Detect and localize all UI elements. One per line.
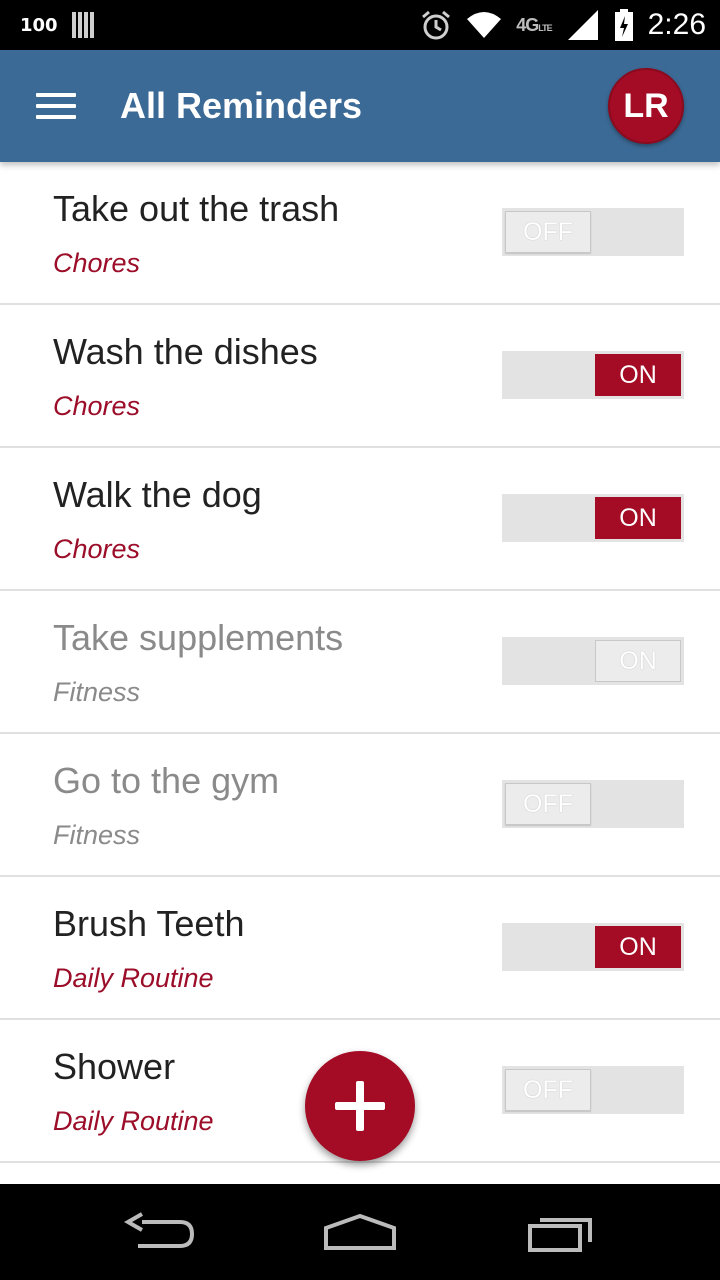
battery-icon	[614, 9, 633, 41]
add-reminder-button[interactable]	[305, 1051, 415, 1161]
recents-icon[interactable]	[520, 1208, 600, 1258]
wifi-icon	[467, 12, 502, 38]
app-bar: All Reminders LR	[0, 50, 720, 162]
avatar[interactable]: LR	[608, 68, 684, 144]
list-item[interactable]: Brush Teeth Daily Routine ON	[0, 877, 720, 1020]
toggle-label: ON	[595, 354, 681, 396]
clock: 2:26	[647, 8, 706, 41]
reminder-category: Fitness	[53, 677, 141, 707]
toggle-label: OFF	[505, 783, 591, 825]
toggle-label: OFF	[505, 211, 591, 253]
reminder-category: Daily Routine	[53, 963, 214, 993]
list-item[interactable]: Take out the trash Chores OFF	[0, 162, 720, 305]
list-item[interactable]: Take supplements Fitness ON	[0, 591, 720, 734]
alarm-icon	[422, 10, 451, 40]
back-icon[interactable]	[120, 1208, 200, 1258]
list-item[interactable]: Go to the gym Fitness OFF	[0, 734, 720, 877]
network-type: 4GLTE	[516, 14, 552, 35]
reminder-title: Go to the gym	[53, 760, 280, 801]
home-icon[interactable]	[320, 1208, 400, 1258]
reminder-title: Take out the trash	[53, 188, 340, 229]
plus-icon	[335, 1081, 385, 1131]
signal-icon	[567, 10, 598, 40]
status-bar: 100 4GLTE 2:26	[0, 0, 720, 50]
reminder-toggle[interactable]: ON	[502, 351, 684, 399]
reminder-toggle[interactable]: OFF	[502, 208, 684, 256]
reminder-toggle[interactable]: ON	[502, 637, 684, 685]
battery-percent: 100	[20, 14, 58, 36]
reminder-list: Take out the trash Chores OFF Wash the d…	[0, 162, 720, 1184]
reminder-toggle[interactable]: OFF	[502, 1066, 684, 1114]
navigation-bar	[0, 1184, 720, 1280]
reminder-category: Chores	[53, 248, 141, 278]
reminder-category: Fitness	[53, 820, 141, 850]
list-item[interactable]: Walk the dog Chores ON	[0, 448, 720, 591]
toggle-label: OFF	[505, 1069, 591, 1111]
toggle-label: ON	[595, 926, 681, 968]
reminder-toggle[interactable]: ON	[502, 494, 684, 542]
toggle-label: ON	[595, 640, 681, 682]
reminder-toggle[interactable]: ON	[502, 923, 684, 971]
reminder-category: Chores	[53, 391, 141, 421]
list-item[interactable]: Wash the dishes Chores ON	[0, 305, 720, 448]
page-title: All Reminders	[120, 85, 363, 126]
toggle-label: ON	[595, 497, 681, 539]
storage-icon	[71, 12, 94, 38]
reminder-category: Chores	[53, 534, 141, 564]
reminder-title: Wash the dishes	[53, 331, 318, 372]
reminder-title: Shower	[53, 1046, 176, 1087]
reminder-title: Walk the dog	[53, 474, 262, 515]
reminder-title: Take supplements	[53, 617, 344, 658]
reminder-toggle[interactable]: OFF	[502, 780, 684, 828]
reminder-category: Daily Routine	[53, 1106, 214, 1136]
menu-icon[interactable]	[36, 93, 76, 119]
reminder-title: Brush Teeth	[53, 903, 245, 944]
